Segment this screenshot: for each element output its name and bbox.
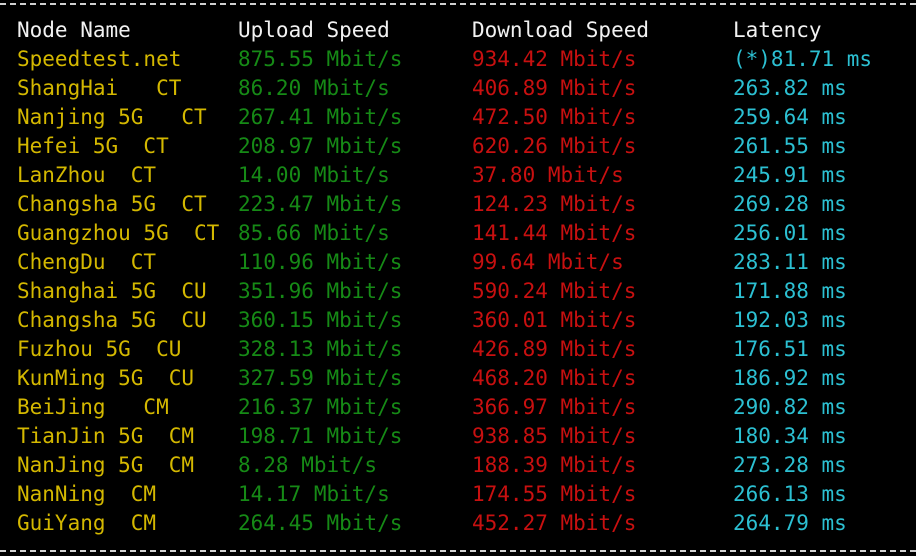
node-name: NanNing CM [17, 482, 157, 506]
header-download: Download Speed [472, 18, 650, 42]
upload-speed: 327.59 Mbit/s [238, 366, 403, 390]
latency: 256.01 ms [733, 221, 847, 245]
header-row: Node Name Upload Speed Download Speed La… [0, 16, 916, 45]
table-row: ChengDu CT 110.96 Mbit/s 99.64 Mbit/s 283.1… [0, 248, 916, 277]
table-row: Shanghai 5G CU 351.96 Mbit/s 590.24 Mbit/s… [0, 277, 916, 306]
table-row: KunMing 5G CU 327.59 Mbit/s 468.20 Mbit/s 1… [0, 364, 916, 393]
node-name: TianJin 5G CM [17, 424, 195, 448]
table-row: Fuzhou 5G CU 328.13 Mbit/s 426.89 Mbit/s 17… [0, 335, 916, 364]
upload-speed: 8.28 Mbit/s [238, 453, 378, 477]
table-row: Nanjing 5G CT 267.41 Mbit/s 472.50 Mbit/s 2… [0, 103, 916, 132]
latency: 263.82 ms [733, 76, 847, 100]
latency: 264.79 ms [733, 511, 847, 535]
download-speed: 590.24 Mbit/s [472, 279, 637, 303]
node-name: Speedtest.net [17, 47, 182, 71]
node-name: Shanghai 5G CU [17, 279, 207, 303]
latency: 261.55 ms [733, 134, 847, 158]
download-speed: 468.20 Mbit/s [472, 366, 637, 390]
table-row: Hefei 5G CT 208.97 Mbit/s 620.26 Mbit/s 261… [0, 132, 916, 161]
latency: 273.28 ms [733, 453, 847, 477]
latency: 186.92 ms [733, 366, 847, 390]
latency: 192.03 ms [733, 308, 847, 332]
latency: 259.64 ms [733, 105, 847, 129]
download-speed: 426.89 Mbit/s [472, 337, 637, 361]
node-name: GuiYang CM [17, 511, 157, 535]
latency: 266.13 ms [733, 482, 847, 506]
node-name: KunMing 5G CU [17, 366, 195, 390]
download-speed: 406.89 Mbit/s [472, 76, 637, 100]
table-row: NanJing 5G CM 8.28 Mbit/s 188.39 Mbit/s 273… [0, 451, 916, 480]
upload-speed: 360.15 Mbit/s [238, 308, 403, 332]
download-speed: 472.50 Mbit/s [472, 105, 637, 129]
node-name: Hefei 5G CT [17, 134, 169, 158]
top-dashed-separator [0, 3, 916, 5]
node-name: ShangHai CT [17, 76, 182, 100]
table-row: BeiJing CM 216.37 Mbit/s 366.97 Mbit/s 290.… [0, 393, 916, 422]
download-speed: 174.55 Mbit/s [472, 482, 637, 506]
latency: (*)81.71 ms [733, 47, 873, 71]
upload-speed: 223.47 Mbit/s [238, 192, 403, 216]
table-row: TianJin 5G CM 198.71 Mbit/s 938.85 Mbit/s 1… [0, 422, 916, 451]
upload-speed: 351.96 Mbit/s [238, 279, 403, 303]
download-speed: 620.26 Mbit/s [472, 134, 637, 158]
table-row: Guangzhou 5G CT 85.66 Mbit/s 141.44 Mbit/s… [0, 219, 916, 248]
node-name: LanZhou CT [17, 163, 157, 187]
upload-speed: 208.97 Mbit/s [238, 134, 403, 158]
latency: 180.34 ms [733, 424, 847, 448]
download-speed: 934.42 Mbit/s [472, 47, 637, 71]
bottom-dashed-separator [0, 550, 916, 552]
download-speed: 188.39 Mbit/s [472, 453, 637, 477]
upload-speed: 14.00 Mbit/s [238, 163, 390, 187]
upload-speed: 328.13 Mbit/s [238, 337, 403, 361]
download-speed: 37.80 Mbit/s [472, 163, 624, 187]
node-name: Changsha 5G CT [17, 192, 207, 216]
table-row: Changsha 5G CT 223.47 Mbit/s 124.23 Mbit/s… [0, 190, 916, 219]
download-speed: 938.85 Mbit/s [472, 424, 637, 448]
download-speed: 99.64 Mbit/s [472, 250, 624, 274]
latency: 269.28 ms [733, 192, 847, 216]
upload-speed: 14.17 Mbit/s [238, 482, 390, 506]
header-latency: Latency [733, 18, 822, 42]
download-speed: 141.44 Mbit/s [472, 221, 637, 245]
header-node: Node Name [17, 18, 131, 42]
table-row: LanZhou CT 14.00 Mbit/s 37.80 Mbit/s 245.91… [0, 161, 916, 190]
node-name: Changsha 5G CU [17, 308, 207, 332]
table-row: Changsha 5G CU 360.15 Mbit/s 360.01 Mbit/s… [0, 306, 916, 335]
table-row: ShangHai CT 86.20 Mbit/s 406.89 Mbit/s 263.… [0, 74, 916, 103]
upload-speed: 216.37 Mbit/s [238, 395, 403, 419]
latency: 290.82 ms [733, 395, 847, 419]
download-speed: 360.01 Mbit/s [472, 308, 637, 332]
latency: 245.91 ms [733, 163, 847, 187]
upload-speed: 875.55 Mbit/s [238, 47, 403, 71]
node-name: Nanjing 5G CT [17, 105, 207, 129]
node-name: NanJing 5G CM [17, 453, 195, 477]
node-name: Guangzhou 5G CT [17, 221, 220, 245]
node-name: BeiJing CM [17, 395, 169, 419]
upload-speed: 86.20 Mbit/s [238, 76, 390, 100]
table-row: NanNing CM 14.17 Mbit/s 174.55 Mbit/s 266.1… [0, 480, 916, 509]
latency: 171.88 ms [733, 279, 847, 303]
download-speed: 124.23 Mbit/s [472, 192, 637, 216]
node-name: ChengDu CT [17, 250, 157, 274]
node-name: Fuzhou 5G CU [17, 337, 182, 361]
table-row: Speedtest.net 875.55 Mbit/s 934.42 Mbit/s (… [0, 45, 916, 74]
upload-speed: 85.66 Mbit/s [238, 221, 390, 245]
latency: 283.11 ms [733, 250, 847, 274]
download-speed: 366.97 Mbit/s [472, 395, 637, 419]
latency: 176.51 ms [733, 337, 847, 361]
upload-speed: 198.71 Mbit/s [238, 424, 403, 448]
upload-speed: 264.45 Mbit/s [238, 511, 403, 535]
upload-speed: 267.41 Mbit/s [238, 105, 403, 129]
download-speed: 452.27 Mbit/s [472, 511, 637, 535]
header-upload: Upload Speed [238, 18, 390, 42]
upload-speed: 110.96 Mbit/s [238, 250, 403, 274]
table-row: GuiYang CM 264.45 Mbit/s 452.27 Mbit/s 264.… [0, 509, 916, 538]
